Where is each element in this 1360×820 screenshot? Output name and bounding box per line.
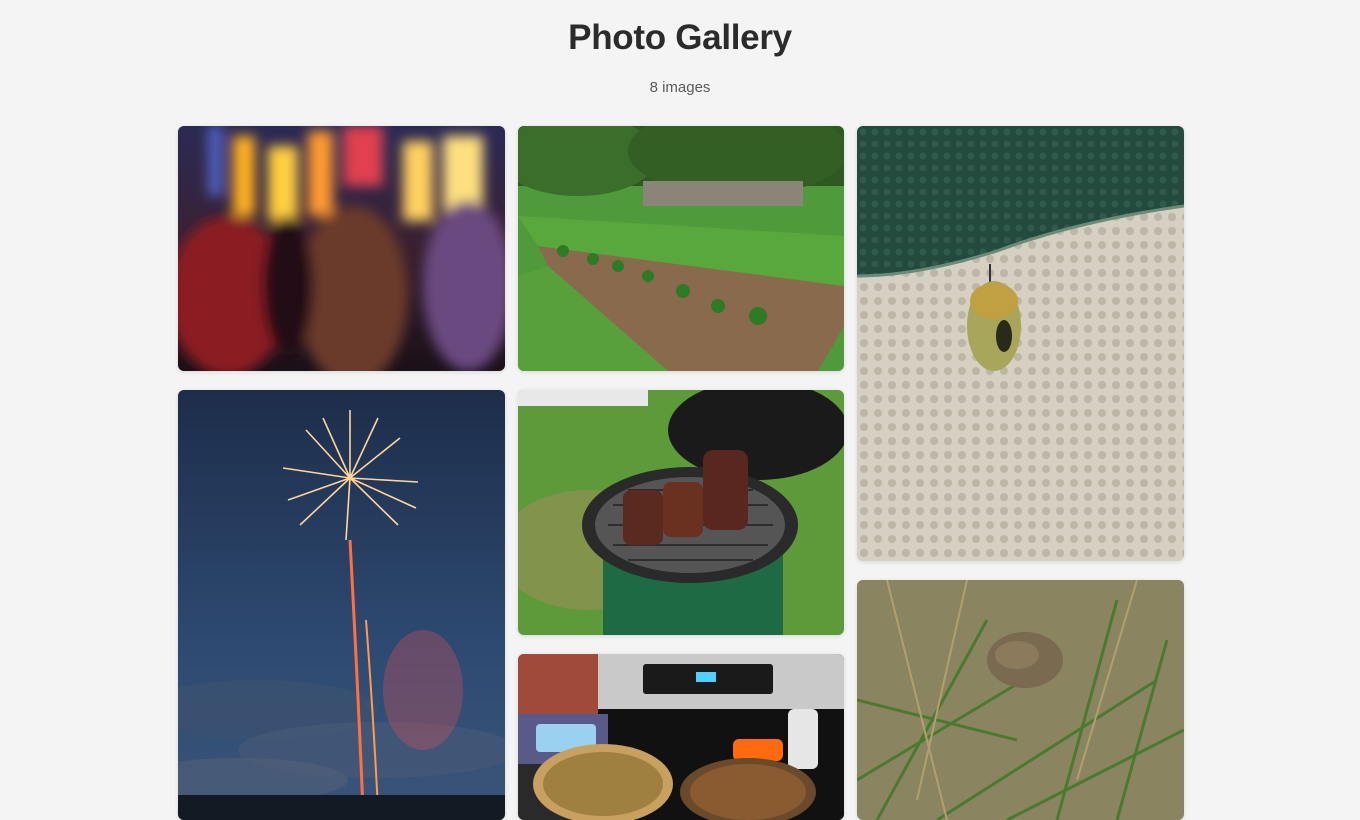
photo-grid: [0, 0, 1360, 820]
chrysalis-photo: [857, 126, 1184, 561]
concert-photo: [178, 126, 505, 371]
fireworks-photo: [178, 390, 505, 820]
gallery-image-garden[interactable]: [518, 126, 844, 371]
pizza-photo: [518, 654, 844, 820]
gallery-image-chrysalis[interactable]: [857, 126, 1184, 561]
gallery-image-fireworks[interactable]: [178, 390, 505, 820]
gallery-image-concert[interactable]: [178, 126, 505, 371]
grill-photo: [518, 390, 844, 635]
gallery-image-grill[interactable]: [518, 390, 844, 635]
gallery-image-toad[interactable]: [857, 580, 1184, 820]
garden-photo: [518, 126, 844, 371]
toad-photo: [857, 580, 1184, 820]
gallery-image-pizza[interactable]: [518, 654, 844, 820]
